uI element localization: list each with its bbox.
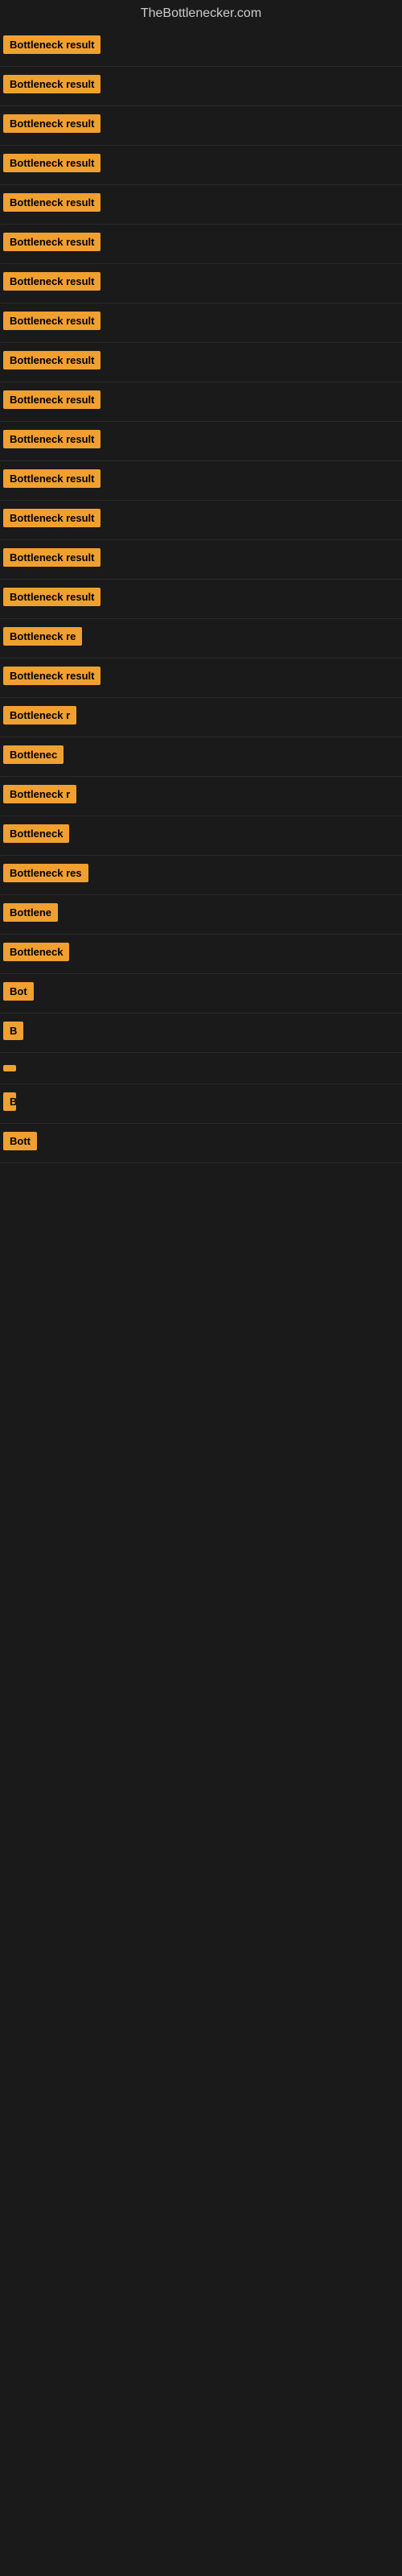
bottleneck-result-badge: Bottleneck result	[3, 312, 100, 330]
list-item[interactable]: B	[0, 1013, 402, 1053]
list-item[interactable]: Bottleneck result	[0, 461, 402, 501]
bottleneck-result-badge: Bottleneck result	[3, 390, 100, 409]
list-item[interactable]: Bottleneck result	[0, 27, 402, 67]
bottleneck-result-badge: Bott	[3, 1132, 37, 1150]
bottleneck-result-badge	[3, 1065, 16, 1071]
bottleneck-result-badge: Bottleneck result	[3, 667, 100, 685]
bottleneck-result-badge: Bottleneck result	[3, 114, 100, 133]
bottleneck-result-badge: Bottleneck result	[3, 75, 100, 93]
bottleneck-result-badge: Bottleneck result	[3, 35, 100, 54]
bottleneck-result-badge: Bottlenec	[3, 745, 64, 764]
bottleneck-result-badge: Bottleneck result	[3, 233, 100, 251]
list-item[interactable]: Bottleneck r	[0, 698, 402, 737]
list-item[interactable]: Bott	[0, 1124, 402, 1163]
bottleneck-result-badge: B	[3, 1022, 23, 1040]
bottleneck-result-badge: Bottleneck result	[3, 588, 100, 606]
list-item[interactable]: Bottleneck	[0, 816, 402, 856]
bottleneck-result-badge: Bottleneck result	[3, 351, 100, 369]
list-item[interactable]: Bottleneck	[0, 935, 402, 974]
bottleneck-result-badge: Bottleneck	[3, 824, 69, 843]
list-item[interactable]: Bottleneck result	[0, 146, 402, 185]
list-item[interactable]: Bottleneck result	[0, 185, 402, 225]
list-item[interactable]: Bottleneck result	[0, 303, 402, 343]
list-item[interactable]: Bottleneck result	[0, 658, 402, 698]
bottleneck-result-badge: Bottleneck r	[3, 785, 76, 803]
bottleneck-result-badge: Bot	[3, 982, 34, 1001]
list-item[interactable]: Bottlene	[0, 895, 402, 935]
list-item[interactable]: Bottleneck result	[0, 225, 402, 264]
list-item[interactable]: Bottleneck result	[0, 382, 402, 422]
list-item[interactable]: Bottleneck result	[0, 422, 402, 461]
list-item[interactable]: Bottleneck result	[0, 264, 402, 303]
list-item[interactable]: Bottlenec	[0, 737, 402, 777]
bottleneck-result-badge: Bottlene	[3, 903, 58, 922]
list-item[interactable]	[0, 1053, 402, 1084]
list-item[interactable]: Bottleneck result	[0, 67, 402, 106]
bottleneck-result-badge: Bottleneck result	[3, 469, 100, 488]
bottleneck-result-badge: Bottleneck res	[3, 864, 88, 882]
list-item[interactable]: Bottleneck result	[0, 343, 402, 382]
list-item[interactable]: Bottleneck result	[0, 580, 402, 619]
list-item[interactable]: Bottleneck res	[0, 856, 402, 895]
list-item[interactable]: Bottleneck re	[0, 619, 402, 658]
list-item[interactable]: Bottleneck result	[0, 540, 402, 580]
list-item[interactable]: B	[0, 1084, 402, 1124]
list-item[interactable]: Bottleneck result	[0, 106, 402, 146]
bottleneck-result-badge: Bottleneck result	[3, 509, 100, 527]
bottleneck-result-badge: Bottleneck result	[3, 430, 100, 448]
list-item[interactable]: Bot	[0, 974, 402, 1013]
bottleneck-result-badge: Bottleneck result	[3, 193, 100, 212]
bottleneck-result-badge: Bottleneck r	[3, 706, 76, 724]
bottleneck-result-badge: B	[3, 1092, 16, 1111]
bottleneck-result-badge: Bottleneck re	[3, 627, 82, 646]
bottleneck-result-badge: Bottleneck result	[3, 548, 100, 567]
bottleneck-result-badge: Bottleneck result	[3, 272, 100, 291]
site-title: TheBottlenecker.com	[0, 0, 402, 27]
list-item[interactable]: Bottleneck result	[0, 501, 402, 540]
list-item[interactable]: Bottleneck r	[0, 777, 402, 816]
bottleneck-result-badge: Bottleneck result	[3, 154, 100, 172]
bottleneck-result-badge: Bottleneck	[3, 943, 69, 961]
